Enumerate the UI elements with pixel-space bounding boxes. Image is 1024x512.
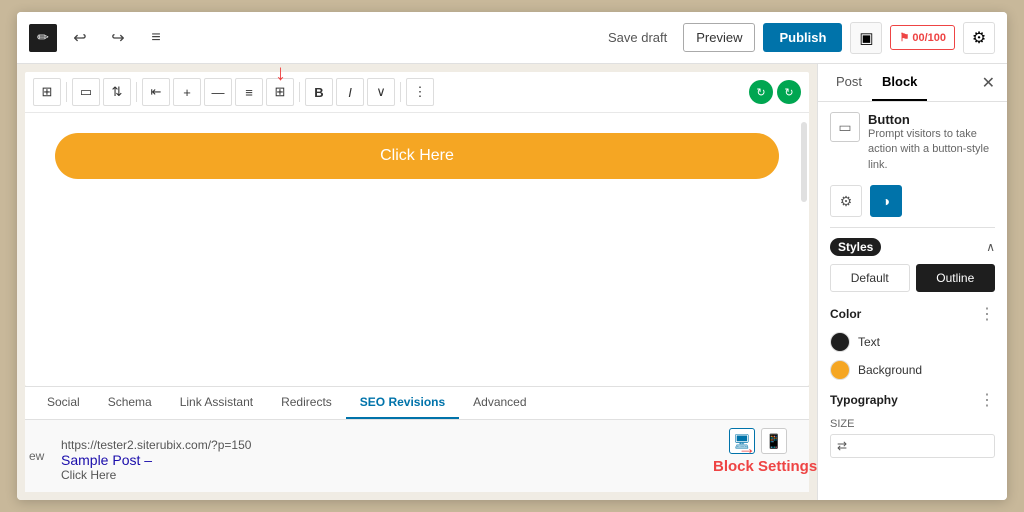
publish-button[interactable]: Publish <box>763 23 842 52</box>
block-description: Prompt visitors to take action with a bu… <box>868 127 995 173</box>
block-info: ▭ Button Prompt visitors to take action … <box>830 112 995 173</box>
background-color-item: Background <box>830 360 995 380</box>
italic-button[interactable]: I <box>336 78 364 106</box>
list-view-button[interactable]: ≡ <box>141 23 171 53</box>
edit-icon: ✏ <box>37 29 49 46</box>
settings-panel-button[interactable]: ▣ <box>850 22 882 54</box>
desktop-icon[interactable]: 🖥 <box>729 428 755 454</box>
settings-icon: ⚙ <box>840 193 853 210</box>
separator <box>136 82 137 102</box>
undo-button[interactable]: ↩ <box>65 23 95 53</box>
button-block-wrap: Click Here <box>25 113 809 199</box>
block-settings-icon-button[interactable]: ⚙ <box>830 185 862 217</box>
size-control[interactable]: ⇄ <box>830 434 995 458</box>
post-tab[interactable]: Post <box>826 64 872 101</box>
styles-header: Styles ∧ <box>830 238 995 256</box>
spacer-button[interactable]: — <box>204 78 232 106</box>
typography-section-header: Typography ⋮ <box>830 390 995 410</box>
preview-button[interactable]: Preview <box>683 23 755 52</box>
redo-button[interactable]: ↪ <box>103 23 133 53</box>
refresh-icon-1[interactable]: ↻ <box>749 80 773 104</box>
background-color-swatch[interactable] <box>830 360 850 380</box>
top-bar: ✏ ↩ ↪ ≡ Save draft Preview Publish ▣ ⚑ 0… <box>17 12 1007 64</box>
text-color-item: Text <box>830 332 995 352</box>
seo-snippet: Click Here <box>61 468 793 482</box>
typography-more-icon[interactable]: ⋮ <box>979 390 995 410</box>
styles-chevron-icon[interactable]: ∧ <box>986 240 995 254</box>
seo-url: https://tester2.siterubix.com/?p=150 <box>61 438 793 452</box>
editor-window: ✏ ↩ ↪ ≡ Save draft Preview Publish ▣ ⚑ 0… <box>17 12 1007 500</box>
bold-button[interactable]: B <box>305 78 333 106</box>
size-control-icon: ⇄ <box>831 435 853 457</box>
block-toolbar: ⊞ ▭ ⇅ ⇤ + — ≡ ⊞ B I ∨ ⋮ <box>25 72 809 113</box>
refresh-icon-2[interactable]: ↻ <box>777 80 801 104</box>
device-icons: 🖥 📱 Block Settings → <box>729 428 793 454</box>
gear-icon: ⚙ <box>972 28 986 48</box>
align-left-button[interactable]: ⇤ <box>142 78 170 106</box>
seo-tabs: Social Schema Link Assistant Redirects S… <box>25 387 809 420</box>
background-color-label: Background <box>858 363 922 377</box>
panel-close-button[interactable]: ✕ <box>978 69 999 97</box>
block-tab[interactable]: Block <box>872 64 927 101</box>
bottom-panel: Social Schema Link Assistant Redirects S… <box>25 386 809 492</box>
seo-revisions-tab[interactable]: SEO Revisions <box>346 387 459 419</box>
button-block-icon: ▭ <box>838 119 851 136</box>
left-preview-label: ew <box>29 449 44 463</box>
align-button[interactable]: ≡ <box>235 78 263 106</box>
editor-area: Toolbar ↓ Show Settings Button ⊞ ▭ ⇅ <box>17 64 817 500</box>
color-more-icon[interactable]: ⋮ <box>979 304 995 324</box>
block-button[interactable]: ▭ <box>72 78 100 106</box>
advanced-tab[interactable]: Advanced <box>459 387 540 419</box>
word-count-button[interactable]: ⚑ 00/100 <box>890 25 955 50</box>
panel-tabs: Post Block ✕ <box>818 64 1007 102</box>
seo-content: 🖥 📱 Block Settings → ew https://tester2.… <box>25 420 809 492</box>
transform-button[interactable]: ⊞ <box>33 78 61 106</box>
styles-badge: Styles <box>830 238 881 256</box>
separator <box>400 82 401 102</box>
style-options: Default Outline <box>830 264 995 292</box>
editor-canvas: ⊞ ▭ ⇅ ⇤ + — ≡ ⊞ B I ∨ ⋮ <box>25 72 809 386</box>
seo-preview: https://tester2.siterubix.com/?p=150 Sam… <box>61 438 793 482</box>
top-bar-left: ✏ ↩ ↪ ≡ <box>29 23 171 53</box>
wp-logo: ✏ <box>29 24 57 52</box>
text-color-swatch[interactable] <box>830 332 850 352</box>
link-assistant-tab[interactable]: Link Assistant <box>166 387 267 419</box>
separator <box>66 82 67 102</box>
block-info-text: Button Prompt visitors to take action wi… <box>868 112 995 173</box>
add-button[interactable]: + <box>173 78 201 106</box>
save-draft-button[interactable]: Save draft <box>600 24 675 51</box>
block-styles-icon-button[interactable]: ◑ <box>870 185 902 217</box>
schema-tab[interactable]: Schema <box>94 387 166 419</box>
separator <box>299 82 300 102</box>
default-style-option[interactable]: Default <box>830 264 910 292</box>
size-label: SIZE <box>830 418 995 430</box>
more-button[interactable]: ∨ <box>367 78 395 106</box>
link-button[interactable]: ⊞ <box>266 78 294 106</box>
color-section-header: Color ⋮ <box>830 304 995 324</box>
seo-title[interactable]: Sample Post – <box>61 452 152 468</box>
panel-icon: ▣ <box>859 29 873 47</box>
panel-icons-row: ⚙ ◑ <box>830 185 995 228</box>
social-tab[interactable]: Social <box>33 387 94 419</box>
redirects-tab[interactable]: Redirects <box>267 387 346 419</box>
move-button[interactable]: ⇅ <box>103 78 131 106</box>
typography-section: Typography ⋮ SIZE ⇄ <box>830 390 995 458</box>
click-here-button[interactable]: Click Here <box>55 133 779 179</box>
right-panel: Post Block ✕ ▭ Button Prompt visitors to… <box>817 64 1007 500</box>
gear-button[interactable]: ⚙ <box>963 22 995 54</box>
text-color-label: Text <box>858 335 880 349</box>
mobile-icon[interactable]: 📱 <box>761 428 787 454</box>
top-bar-right: Save draft Preview Publish ▣ ⚑ 00/100 ⚙ <box>600 22 995 54</box>
scrollbar[interactable] <box>801 122 807 202</box>
content-area: Toolbar ↓ Show Settings Button ⊞ ▭ ⇅ <box>17 64 1007 500</box>
typography-section-title: Typography <box>830 393 898 407</box>
panel-body: ▭ Button Prompt visitors to take action … <box>818 102 1007 500</box>
color-section-title: Color <box>830 307 861 321</box>
outline-style-option[interactable]: Outline <box>916 264 996 292</box>
block-icon: ▭ <box>830 112 860 142</box>
options-button[interactable]: ⋮ <box>406 78 434 106</box>
block-name: Button <box>868 112 995 127</box>
styles-icon: ◑ <box>882 193 890 209</box>
